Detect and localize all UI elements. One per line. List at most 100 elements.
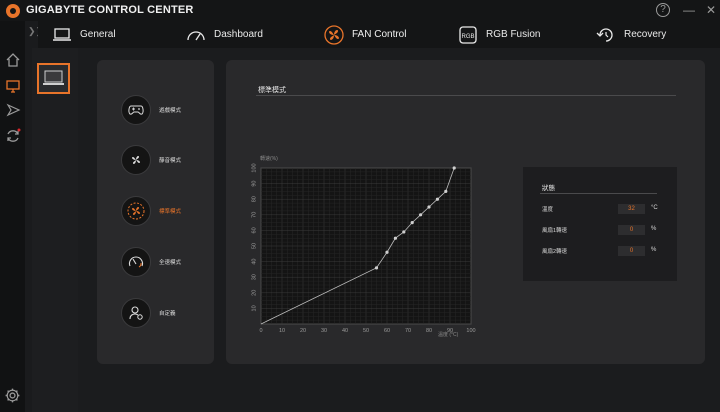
gamepad-icon <box>128 105 144 115</box>
x-tick-label: 100 <box>466 328 475 334</box>
chart-y-axis-label: 轉速(%) <box>260 155 278 162</box>
svg-text:RGB: RGB <box>461 34 474 40</box>
status-temp-label: 溫度 <box>542 207 554 213</box>
home-icon[interactable] <box>5 52 21 68</box>
y-tick-label: 40 <box>251 259 257 265</box>
tab-fan-control-label: FAN Control <box>352 29 407 40</box>
mode-turbo[interactable]: 全速模式 <box>121 247 181 277</box>
x-tick-label: 10 <box>279 328 285 334</box>
gauge-icon <box>187 30 205 40</box>
status-fan1-unit: % <box>651 226 657 232</box>
curve-point[interactable] <box>419 213 423 217</box>
fan-curve-chart[interactable]: 0 10 20 30 40 50 60 70 80 90 100102030405060708090… <box>242 152 482 342</box>
y-tick-label: 30 <box>251 274 257 280</box>
close-button[interactable]: ✕ <box>704 3 718 17</box>
curve-point[interactable] <box>402 230 406 234</box>
mode-gaming[interactable]: 遊戲模式 <box>121 95 181 125</box>
tab-fan-control[interactable]: FAN Control <box>324 21 406 48</box>
fan-normal-icon <box>127 202 145 220</box>
status-title: 狀態 <box>542 185 555 192</box>
status-fan1-value: 0 <box>618 225 645 235</box>
x-tick-label: 20 <box>300 328 306 334</box>
settings-icon[interactable] <box>4 387 21 404</box>
curve-point[interactable] <box>374 266 379 270</box>
curve-point[interactable] <box>427 205 431 209</box>
y-tick-label: 60 <box>251 227 257 233</box>
y-tick-label: 20 <box>251 290 257 296</box>
app-title: GIGABYTE CONTROL CENTER <box>26 4 194 16</box>
sync-icon[interactable] <box>5 128 21 144</box>
section-divider <box>256 95 676 96</box>
top-nav: General Dashboard FAN Control RGB RGB Fu… <box>38 21 720 48</box>
recovery-icon <box>596 27 613 42</box>
mode-standard[interactable]: 標準模式 <box>121 196 181 226</box>
device-laptop-tile[interactable] <box>37 63 70 94</box>
tab-rgb-fusion[interactable]: RGB RGB Fusion <box>458 21 540 48</box>
aorus-logo-icon <box>6 4 20 18</box>
mode-turbo-label: 全速模式 <box>159 260 182 266</box>
mode-custom[interactable]: 自定義 <box>121 298 176 328</box>
status-fan2-label: 風扇2轉速 <box>542 249 568 255</box>
tab-dashboard-label: Dashboard <box>214 29 263 40</box>
mode-quiet-button[interactable] <box>121 145 151 175</box>
fan-icon <box>324 24 344 45</box>
mode-standard-label: 標準模式 <box>159 209 182 215</box>
monitor-icon[interactable] <box>5 78 21 94</box>
x-tick-label: 0 <box>259 328 262 334</box>
tab-recovery[interactable]: Recovery <box>596 21 666 48</box>
status-box: 狀態 溫度 32 °C 風扇1轉速 0 % 風扇2轉速 0 % <box>523 167 677 281</box>
speedometer-icon <box>128 256 144 268</box>
mode-panel: 遊戲模式 靜音模式 標準模式 全速模式 自定義 <box>97 60 214 364</box>
y-tick-label: 70 <box>251 212 257 218</box>
y-tick-label: 80 <box>251 196 257 202</box>
app-window: GIGABYTE CONTROL CENTER ? — ✕ ❯❯ General… <box>0 0 720 412</box>
curve-point[interactable] <box>452 166 456 170</box>
y-tick-label: 90 <box>251 181 257 187</box>
curve-point[interactable] <box>385 250 389 254</box>
mode-gaming-label: 遊戲模式 <box>159 108 182 114</box>
minimize-button[interactable]: — <box>682 3 696 17</box>
curve-point[interactable] <box>435 197 439 201</box>
mode-custom-label: 自定義 <box>159 311 176 317</box>
y-tick-label: 10 <box>251 305 257 311</box>
device-column <box>32 48 78 412</box>
status-temp-value: 32 <box>618 204 645 214</box>
status-divider <box>540 193 657 194</box>
mode-gaming-button[interactable] <box>121 95 151 125</box>
x-tick-label: 40 <box>342 328 348 334</box>
x-tick-label: 30 <box>321 328 327 334</box>
user-custom-icon <box>129 306 143 320</box>
tab-general[interactable]: General <box>52 21 116 48</box>
send-icon[interactable] <box>5 102 21 118</box>
x-tick-label: 70 <box>405 328 411 334</box>
tab-rgb-fusion-label: RGB Fusion <box>486 29 541 40</box>
x-tick-label: 50 <box>363 328 369 334</box>
laptop-icon <box>53 27 71 41</box>
status-fan2-unit: % <box>651 247 657 253</box>
y-tick-label: 50 <box>251 243 257 249</box>
section-title: 標準模式 <box>258 87 286 94</box>
status-fan1-label: 風扇1轉速 <box>542 228 568 234</box>
x-tick-label: 80 <box>426 328 432 334</box>
mode-turbo-button[interactable] <box>121 247 151 277</box>
mode-standard-button[interactable] <box>121 196 151 226</box>
tab-recovery-label: Recovery <box>624 29 667 40</box>
status-temp-unit: °C <box>651 205 658 211</box>
curve-point[interactable] <box>444 189 448 193</box>
tab-general-label: General <box>80 29 116 40</box>
mode-quiet-label: 靜音模式 <box>159 158 182 164</box>
curve-point[interactable] <box>393 236 397 240</box>
curve-point[interactable] <box>410 221 414 225</box>
x-tick-label: 60 <box>384 328 390 334</box>
chart-x-axis-label: 溫度 (°C) <box>438 331 459 338</box>
left-rail <box>0 21 25 412</box>
title-bar: GIGABYTE CONTROL CENTER ? — ✕ <box>0 0 720 21</box>
laptop-device-icon <box>43 70 64 85</box>
mode-custom-button[interactable] <box>121 298 151 328</box>
rgb-icon: RGB <box>459 25 477 44</box>
status-fan2-value: 0 <box>618 246 645 256</box>
chart-grid <box>260 167 472 325</box>
tab-dashboard[interactable]: Dashboard <box>186 21 263 48</box>
help-icon[interactable]: ? <box>656 3 670 17</box>
mode-quiet[interactable]: 靜音模式 <box>121 145 181 175</box>
